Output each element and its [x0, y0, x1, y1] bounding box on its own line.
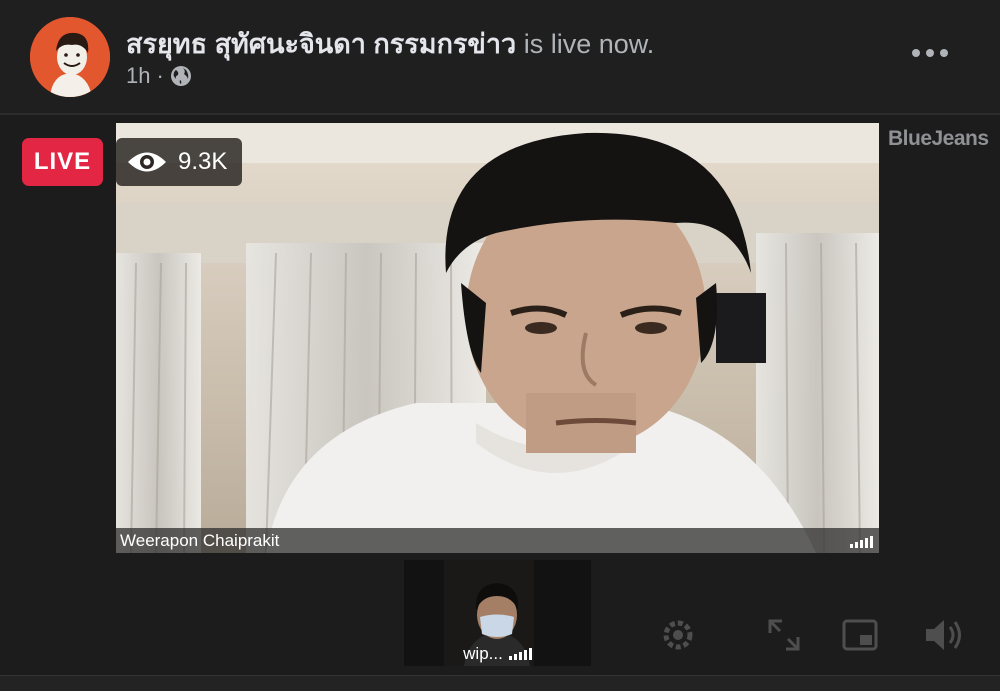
author-name[interactable]: สรยุทธ สุทัศนะจินดา กรรมกรข่าว — [126, 29, 516, 59]
gear-icon[interactable] — [658, 615, 698, 660]
thumbnail-label: wip... — [404, 642, 591, 666]
viewer-count-badge: 9.3K — [116, 138, 242, 186]
participant-name-bar: Weerapon Chaiprakit — [116, 528, 879, 553]
main-video-feed[interactable] — [116, 123, 879, 553]
signal-strength-icon — [508, 648, 532, 660]
viewer-count: 9.3K — [178, 148, 228, 175]
author-avatar[interactable] — [30, 17, 110, 97]
post-timestamp[interactable]: 1h — [126, 63, 150, 89]
speaker-icon[interactable] — [922, 615, 966, 660]
post-title: สรยุทธ สุทัศนะจินดา กรรมกรข่าว is live n… — [126, 22, 654, 65]
bottom-bar — [0, 675, 1000, 691]
main-participant-name: Weerapon Chaiprakit — [120, 530, 280, 550]
participant-thumbnail[interactable]: wip... — [404, 560, 591, 666]
thumbnail-participant-name: wip... — [463, 644, 503, 663]
picture-in-picture-icon[interactable] — [840, 615, 880, 660]
signal-strength-icon — [850, 536, 873, 548]
post-meta: 1h · — [126, 63, 192, 89]
live-status-text: is live now. — [516, 29, 655, 59]
bluejeans-logo: BlueJeans — [888, 127, 989, 150]
globe-icon[interactable] — [170, 65, 192, 87]
live-badge: LIVE — [22, 138, 103, 186]
more-horizontal-icon[interactable] — [912, 44, 948, 62]
expand-icon[interactable] — [764, 615, 804, 660]
meta-separator: · — [156, 63, 164, 88]
post-header: สรยุทธ สุทัศนะจินดา กรรมกรข่าว is live n… — [0, 0, 1000, 112]
eye-icon — [126, 149, 168, 175]
